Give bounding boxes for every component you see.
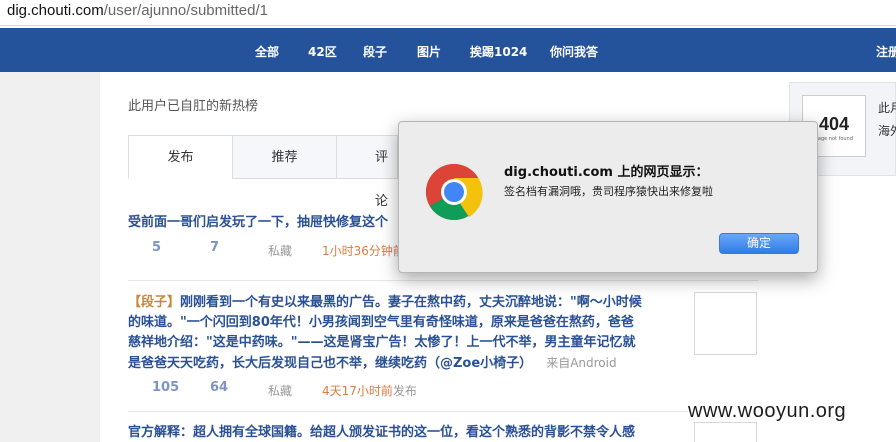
upvote-count[interactable]: 5 [152, 240, 161, 255]
post-title-line: 【段子】刚刚看到一个有史以来最黑的广告。妻子在熬中药，丈夫沉醉地说："啊～小时候 [128, 293, 688, 313]
post-title-line: 的味道。"一个闪回到80年代！小男孩闻到空气里有奇怪味道，原来是爸爸在熬药，爸爸 [128, 315, 634, 330]
ok-button[interactable]: 确定 [719, 233, 799, 254]
post-meta-comments: 7 [210, 240, 219, 255]
upvote-count[interactable]: 105 [152, 380, 179, 395]
address-path: /user/ajunno/submitted/1 [103, 2, 268, 19]
post-title-text: 是爸爸天天吃药，长大后发现自己也不举，继续吃药（@Zoe小椅子） [128, 356, 533, 371]
post-time: 1小时36分钟前 [322, 244, 405, 258]
tab-published[interactable]: 发布 [128, 135, 233, 179]
save-link[interactable]: 私藏 [268, 382, 292, 399]
post-thumbnail[interactable] [694, 422, 757, 442]
divider [128, 280, 758, 281]
profile-line-2: 海外 [878, 124, 896, 138]
post-meta-2: 105 [152, 380, 179, 395]
comment-count[interactable]: 7 [210, 240, 219, 255]
profile-line-1: 此月 [878, 101, 896, 115]
dialog-title: dig.chouti.com 上的网页显示： [504, 165, 709, 180]
post-title-text: 刚刚看到一个有史以来最黑的广告。妻子在熬中药，丈夫沉醉地说："啊～小时候 [180, 295, 642, 310]
tab-recommended[interactable]: 推荐 [232, 135, 337, 179]
post-time: 4天17小时前发布 [322, 382, 417, 399]
post-time-suffix: 发布 [392, 384, 417, 398]
post-thumbnail[interactable] [694, 292, 757, 355]
page-title: 此用户已自肛的新热榜 [128, 99, 259, 114]
post-title-line: 慈祥地介绍："这是中药味。"——这是肾宝广告！太惨了！上一代不举，男主童年记忆就 [128, 335, 636, 350]
content-tabs: 发布 推荐 评论 [128, 135, 398, 209]
post-time-value: 4天17小时前 [322, 384, 393, 398]
left-gutter [0, 72, 100, 442]
nav-item-42[interactable]: 42区 [308, 43, 337, 60]
dialog-message: 签名档有漏洞哦，贵司程序猿快出来修复啦 [504, 185, 713, 198]
nav-item-all[interactable]: 全部 [255, 43, 279, 60]
tab-comments[interactable]: 评论 [336, 135, 398, 209]
post-title[interactable]: 受前面一哥们启发玩了一下，抽屉快修复这个 [128, 213, 388, 233]
post-title-line: 是爸爸天天吃药，长大后发现自己也不举，继续吃药（@Zoe小椅子） 来自Androi… [128, 353, 688, 374]
post-meta-comments-2: 64 [210, 380, 228, 395]
post-source: 来自Android [546, 356, 617, 370]
chrome-logo-icon [425, 164, 483, 221]
post-title-3[interactable]: 官方解释：超人拥有全球国籍。给超人颁发证书的这一位，看这个熟悉的背影不禁令人感 [128, 423, 635, 442]
nav-item-pictures[interactable]: 图片 [417, 43, 441, 60]
nav-item-jokes[interactable]: 段子 [363, 43, 387, 60]
comment-count[interactable]: 64 [210, 380, 228, 395]
post-title-2[interactable]: 【段子】刚刚看到一个有史以来最黑的广告。妻子在熬中药，丈夫沉醉地说："啊～小时候… [128, 293, 688, 374]
top-nav: 全部 42区 段子 图片 挨踢1024 你问我答 注册 [0, 28, 896, 72]
post-meta: 5 [152, 240, 161, 255]
nav-item-register[interactable]: 注册 [876, 43, 896, 60]
nav-item-it1024[interactable]: 挨踢1024 [470, 43, 527, 60]
watermark: www.wooyun.org [688, 400, 847, 422]
nav-item-qa[interactable]: 你问我答 [550, 43, 598, 60]
save-link[interactable]: 私藏 [268, 242, 292, 259]
address-host: dig.chouti.com [7, 2, 104, 19]
post-tag[interactable]: 【段子】 [128, 295, 180, 310]
address-bar[interactable]: dig.chouti.com/user/ajunno/submitted/1 [0, 0, 896, 26]
divider [128, 411, 688, 412]
address-url[interactable]: dig.chouti.com/user/ajunno/submitted/1 [7, 2, 268, 19]
